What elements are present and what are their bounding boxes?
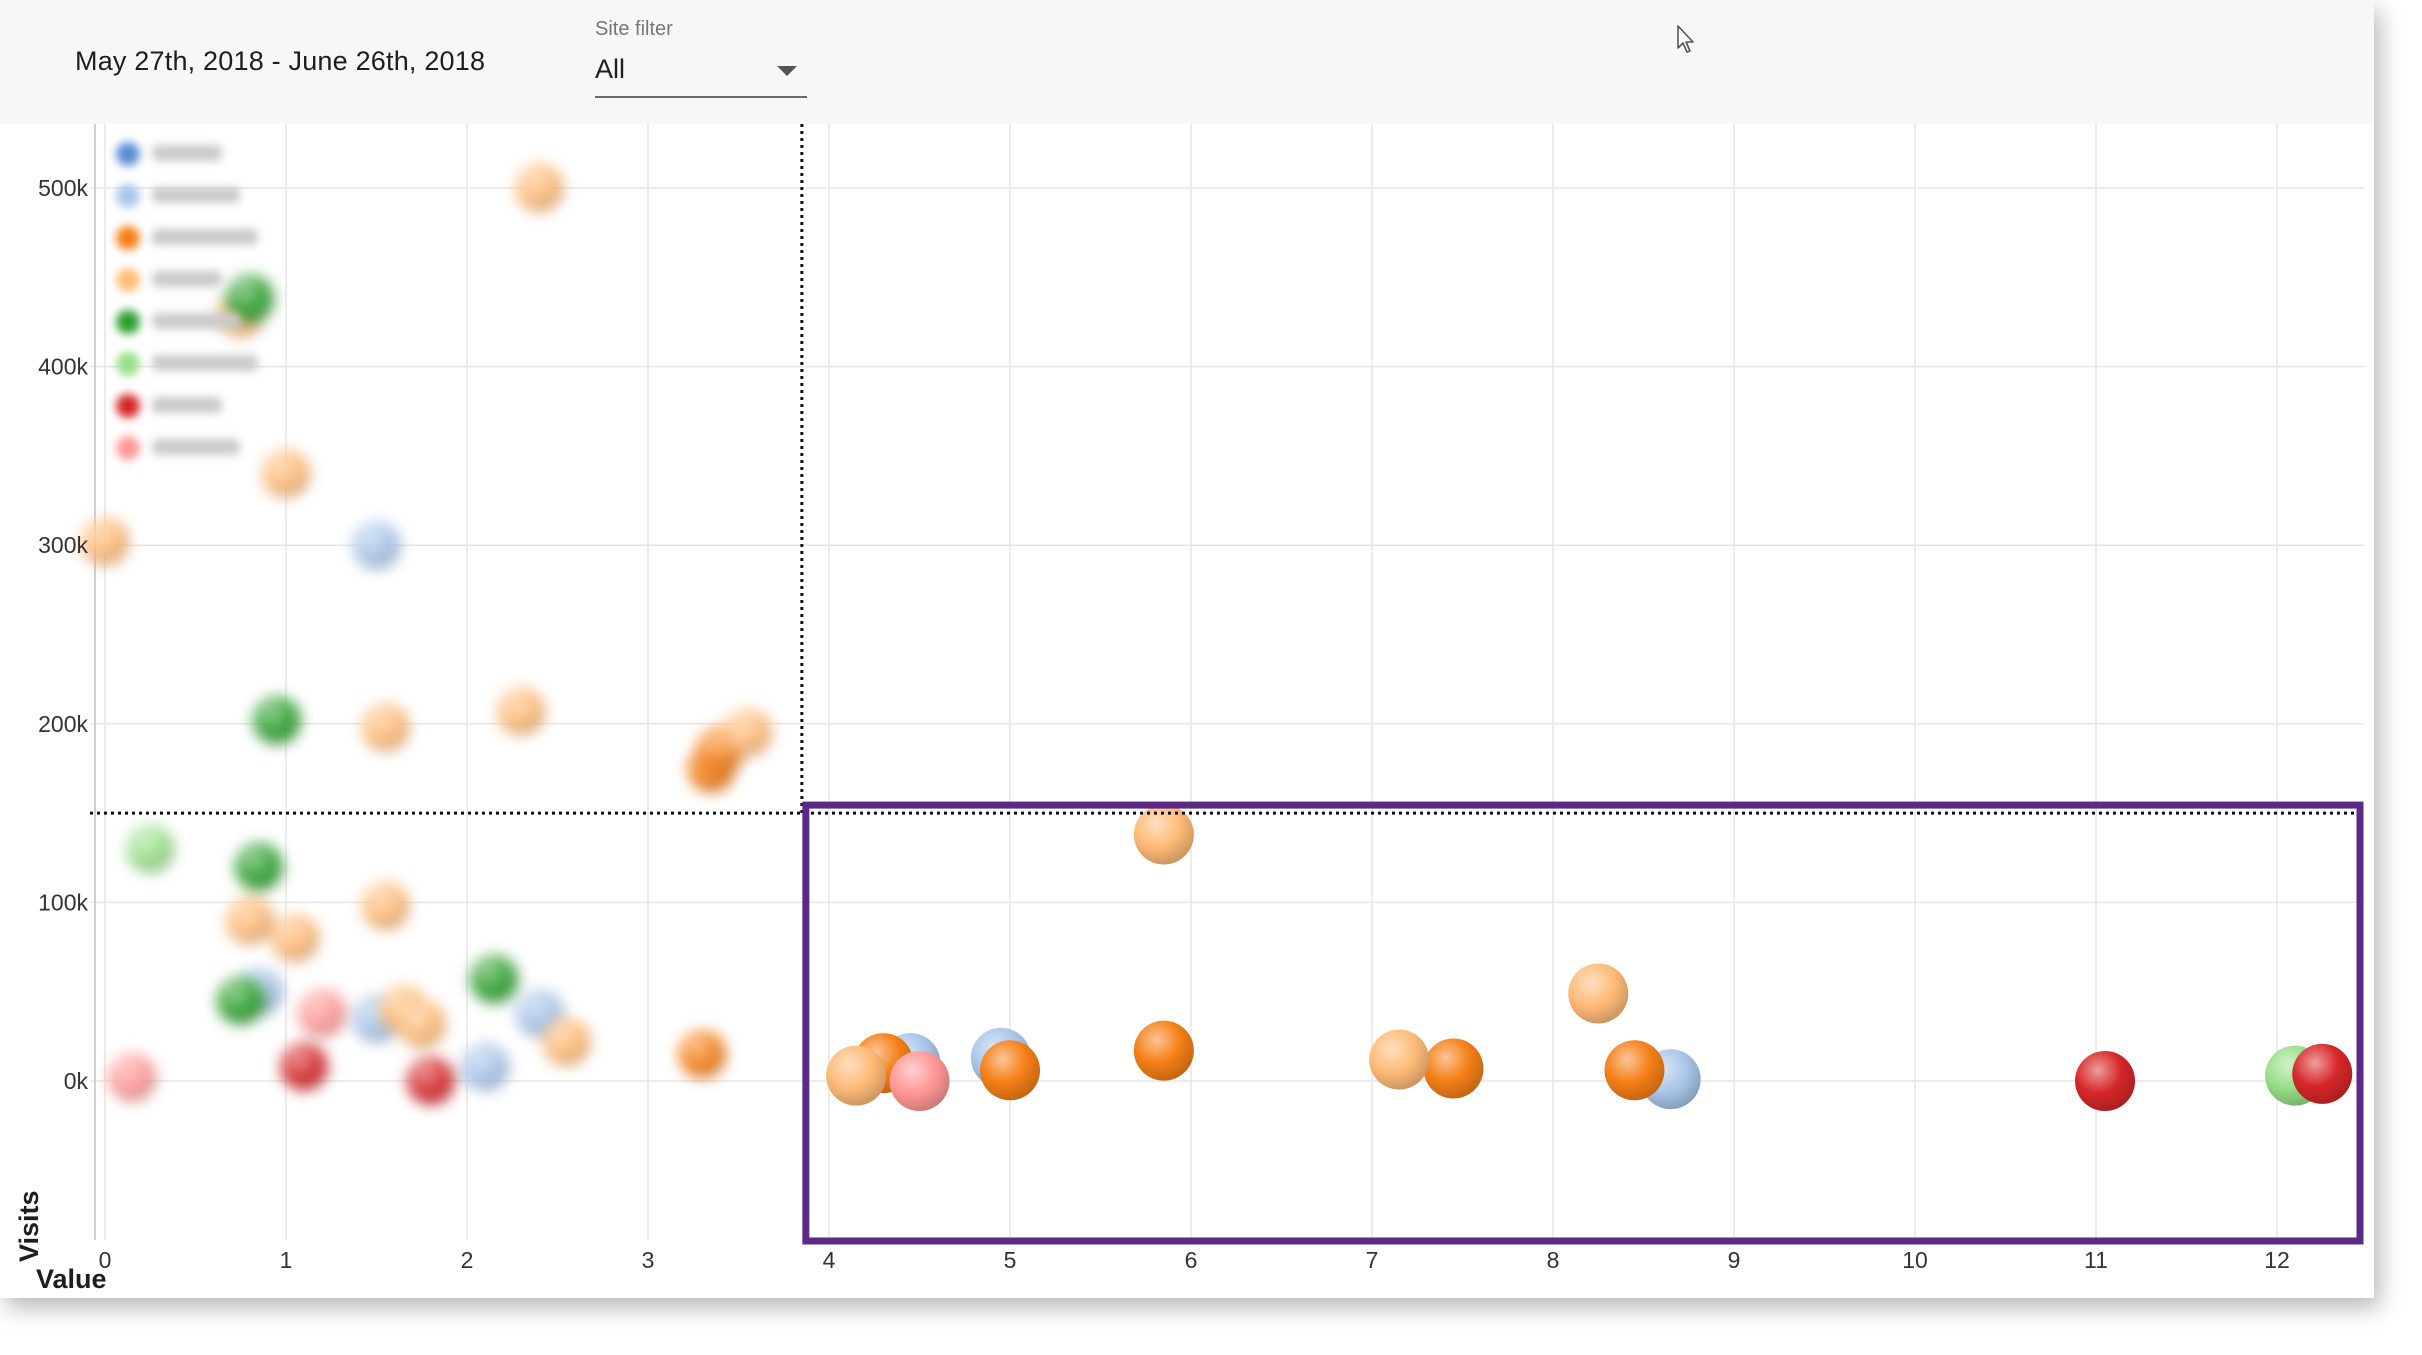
data-point[interactable] bbox=[889, 1051, 950, 1111]
data-point[interactable] bbox=[126, 824, 175, 873]
y-tick-label: 0k bbox=[64, 1068, 89, 1094]
data-point[interactable] bbox=[515, 164, 564, 212]
highlight-rectangle bbox=[802, 801, 2364, 1245]
data-point[interactable] bbox=[352, 521, 401, 570]
data-point[interactable] bbox=[361, 703, 410, 752]
legend-swatch bbox=[116, 268, 140, 292]
x-tick-label: 4 bbox=[823, 1247, 836, 1273]
blurred-area bbox=[81, 164, 772, 1105]
legend-text-blur bbox=[152, 271, 222, 287]
data-point[interactable] bbox=[678, 1030, 727, 1079]
data-point[interactable] bbox=[225, 896, 274, 945]
data-point[interactable] bbox=[1133, 1020, 1194, 1081]
chart-card: May 27th, 2018 - June 26th, 2018 Site fi… bbox=[0, 0, 2374, 1298]
legend-swatch bbox=[116, 394, 140, 418]
data-point[interactable] bbox=[1369, 1029, 1430, 1090]
visible-points bbox=[826, 804, 2353, 1111]
data-point[interactable] bbox=[262, 449, 310, 498]
data-point[interactable] bbox=[980, 1040, 1040, 1101]
legend-swatch bbox=[116, 352, 140, 376]
legend-text-blur bbox=[152, 229, 258, 245]
data-point[interactable] bbox=[406, 1057, 455, 1105]
y-tick-label: 300k bbox=[38, 532, 88, 558]
data-point[interactable] bbox=[108, 1053, 157, 1102]
y-tick-label: 100k bbox=[38, 889, 88, 915]
legend-swatch bbox=[116, 142, 140, 166]
data-point[interactable] bbox=[298, 989, 347, 1038]
data-point[interactable] bbox=[461, 1042, 510, 1091]
data-point[interactable] bbox=[280, 1042, 329, 1091]
data-point[interactable] bbox=[1568, 963, 1629, 1024]
x-tick-label: 8 bbox=[1547, 1247, 1560, 1273]
legend-text-blur bbox=[152, 145, 222, 161]
legend-text-blur bbox=[152, 439, 240, 455]
legend-text-blur bbox=[152, 313, 240, 329]
data-point[interactable] bbox=[361, 881, 410, 930]
legend-swatch bbox=[116, 226, 140, 250]
scatter-chart: 0 1 2 3 4 5 6 7 8 9 10 11 120k100k200k300k400k500k V… bbox=[14, 124, 2364, 1294]
y-tick-label: 500k bbox=[38, 175, 88, 201]
x-axis-label: Value bbox=[36, 1264, 107, 1294]
legend-text-blur bbox=[152, 187, 240, 203]
data-point[interactable] bbox=[1423, 1038, 1484, 1099]
x-tick-label: 7 bbox=[1366, 1247, 1379, 1273]
x-tick-label: 1 bbox=[280, 1247, 293, 1273]
legend-text-blur bbox=[152, 355, 258, 371]
legend-text-blur bbox=[152, 397, 222, 413]
data-point[interactable] bbox=[81, 517, 129, 566]
data-point[interactable] bbox=[2075, 1051, 2136, 1111]
data-point[interactable] bbox=[542, 1017, 591, 1066]
x-tick-label: 12 bbox=[2264, 1247, 2290, 1273]
x-tick-label: 2 bbox=[461, 1247, 474, 1273]
y-tick-label: 200k bbox=[38, 711, 88, 737]
x-tick-label: 5 bbox=[1004, 1247, 1017, 1273]
legend-swatch bbox=[116, 436, 140, 460]
x-tick-label: 9 bbox=[1728, 1247, 1741, 1273]
y-tick-label: 400k bbox=[38, 354, 88, 380]
data-point[interactable] bbox=[2292, 1043, 2353, 1104]
data-point[interactable] bbox=[216, 976, 265, 1025]
x-tick-label: 10 bbox=[1902, 1247, 1928, 1273]
data-point[interactable] bbox=[723, 708, 772, 757]
data-point[interactable] bbox=[1604, 1040, 1665, 1101]
x-tick-label: 11 bbox=[2084, 1247, 2108, 1273]
data-point[interactable] bbox=[234, 842, 283, 891]
legend-swatch bbox=[116, 184, 140, 208]
y-axis-label: Visits bbox=[14, 1190, 44, 1262]
data-point[interactable] bbox=[826, 1045, 887, 1106]
data-point[interactable] bbox=[497, 687, 546, 736]
data-point[interactable] bbox=[252, 696, 301, 745]
x-tick-label: 6 bbox=[1185, 1247, 1198, 1273]
x-tick-label: 3 bbox=[642, 1247, 655, 1273]
data-point[interactable] bbox=[470, 955, 519, 1004]
threshold-lines bbox=[90, 124, 2364, 815]
legend-swatch bbox=[116, 310, 140, 334]
data-point[interactable] bbox=[271, 914, 320, 963]
data-point[interactable] bbox=[397, 999, 446, 1048]
